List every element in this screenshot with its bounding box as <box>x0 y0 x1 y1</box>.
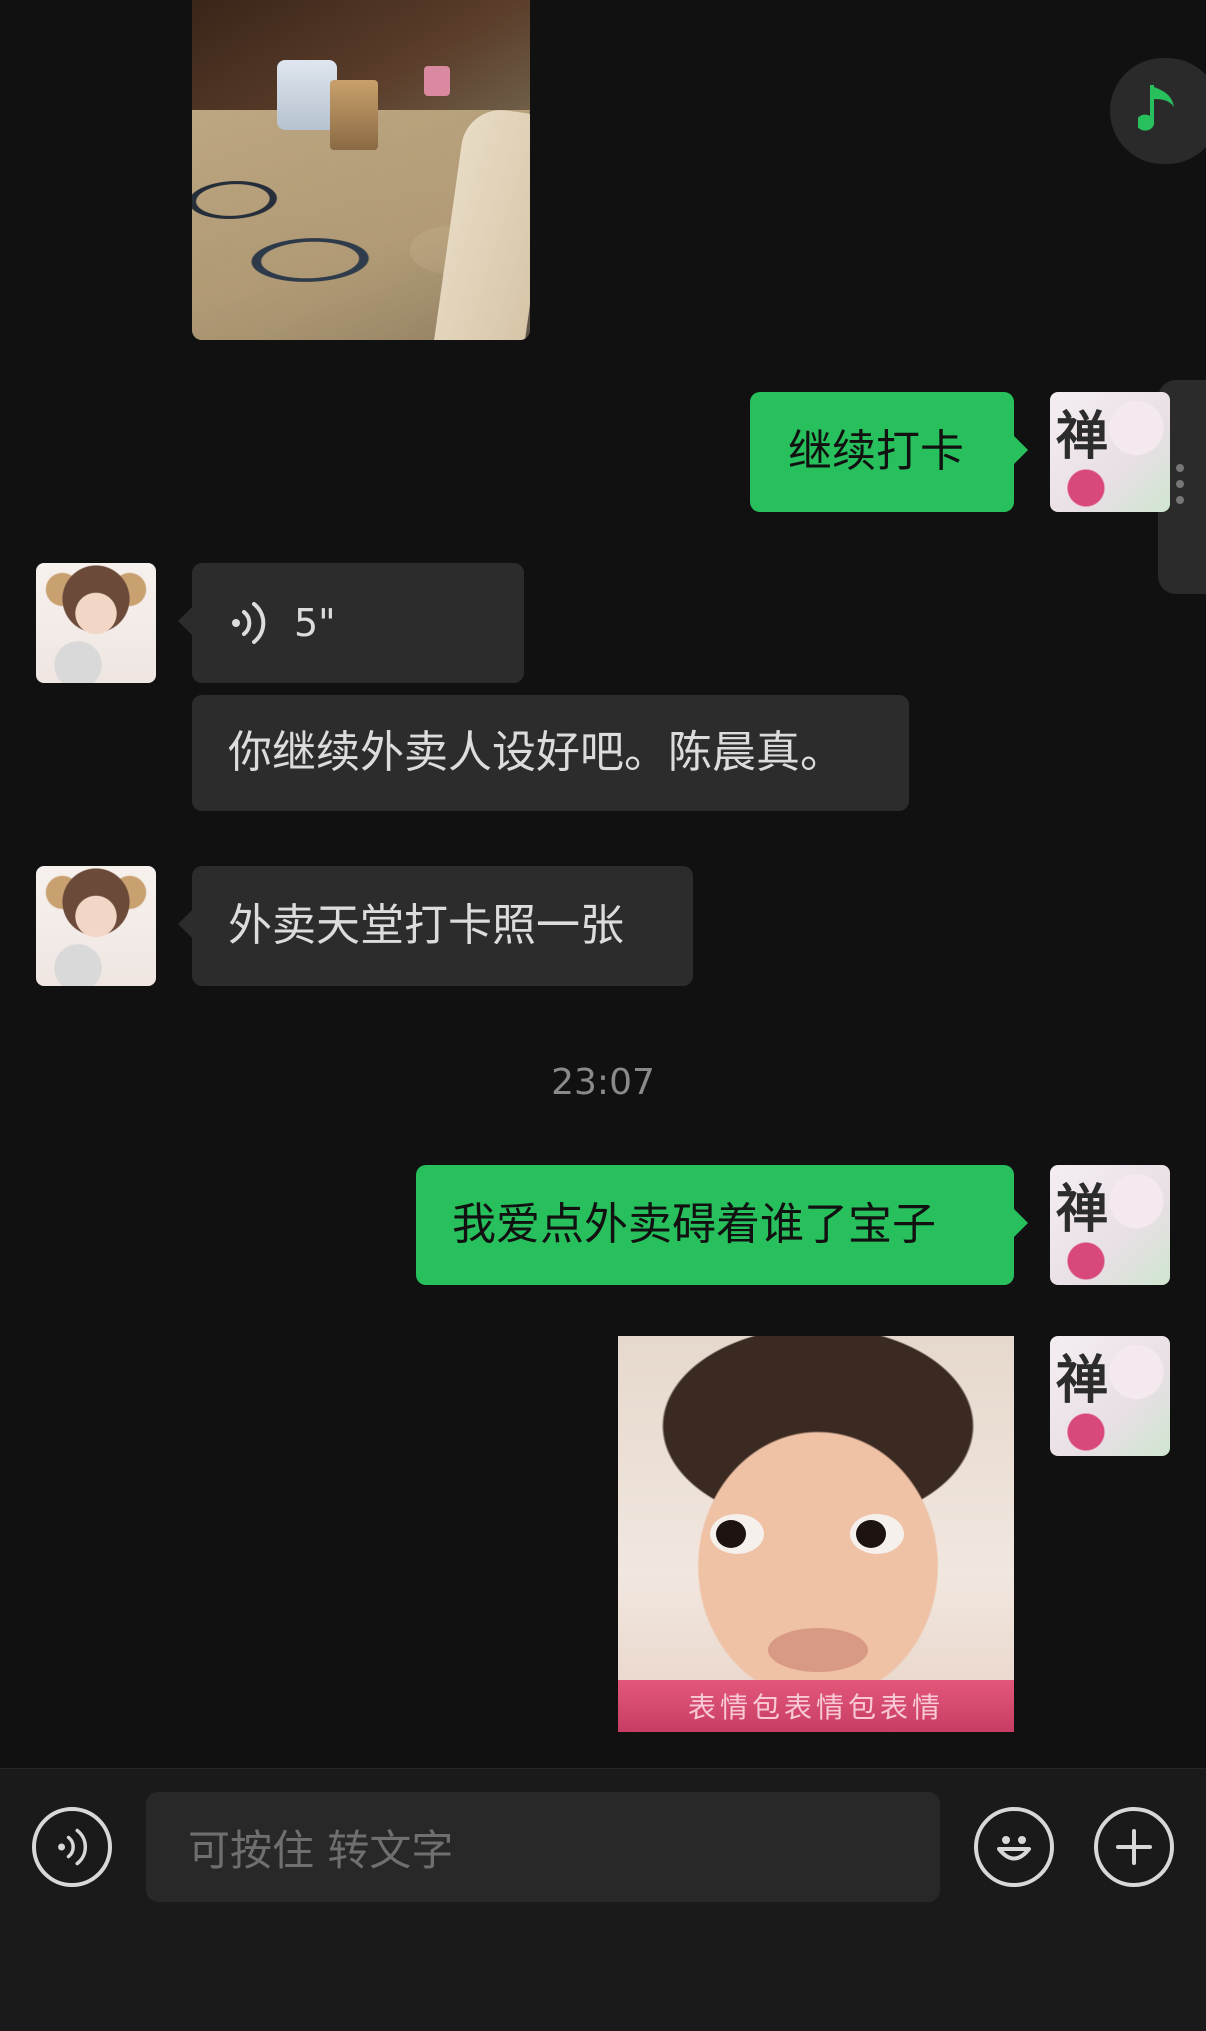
sticker-content <box>710 1514 764 1554</box>
plus-icon <box>1116 1829 1152 1865</box>
voice-wave-icon <box>232 602 266 644</box>
plus-button[interactable] <box>1094 1807 1174 1887</box>
music-player-button[interactable] <box>1110 58 1206 164</box>
sticker-content <box>768 1628 868 1672</box>
message-text: 继续打卡 <box>788 426 964 477</box>
voice-input-button[interactable] <box>32 1807 112 1887</box>
voice-duration: 5" <box>294 601 336 645</box>
avatar-glyph: 禅 <box>1056 406 1109 467</box>
input-placeholder: 可按住 转文字 <box>188 1825 454 1875</box>
sticker-caption: 表情包表情包表情 <box>618 1680 1014 1732</box>
voice-icon <box>58 1828 88 1866</box>
voice-transcription[interactable]: 你继续外卖人设好吧。陈晨真。 <box>192 695 909 811</box>
photo-content <box>330 80 378 150</box>
sticker-content <box>850 1514 904 1554</box>
image-message[interactable] <box>192 0 530 340</box>
emoji-button[interactable] <box>974 1807 1054 1887</box>
avatar[interactable] <box>36 563 156 683</box>
message-text: 外卖天堂打卡照一张 <box>228 900 624 951</box>
emoji-icon <box>997 1836 1031 1861</box>
message-input[interactable]: 可按住 转文字 <box>146 1792 940 1902</box>
chat-timestamp: 23:07 <box>551 1062 655 1103</box>
message-bubble-incoming[interactable]: 外卖天堂打卡照一张 <box>178 866 693 986</box>
music-note-icon <box>1138 85 1174 131</box>
transcription-text: 你继续外卖人设好吧。陈晨真。 <box>228 727 844 778</box>
avatar-glyph: 禅 <box>1056 1179 1109 1240</box>
photo-content <box>424 66 450 96</box>
message-bubble-outgoing[interactable]: 继续打卡 <box>750 392 1028 512</box>
avatar[interactable]: 禅 <box>1050 1336 1170 1456</box>
message-text: 我爱点外卖碍着谁了宝子 <box>452 1199 936 1250</box>
voice-message[interactable]: 5" <box>178 563 524 683</box>
message-bubble-outgoing[interactable]: 我爱点外卖碍着谁了宝子 <box>416 1165 1028 1285</box>
more-dots-icon <box>1176 464 1184 512</box>
avatar[interactable]: 禅 <box>1050 1165 1170 1285</box>
avatar-glyph: 禅 <box>1056 1350 1109 1411</box>
sticker-message[interactable]: 表情包表情包表情 <box>618 1336 1014 1732</box>
photo-content <box>277 60 337 130</box>
avatar[interactable]: 禅 <box>1050 392 1170 512</box>
avatar[interactable] <box>36 866 156 986</box>
